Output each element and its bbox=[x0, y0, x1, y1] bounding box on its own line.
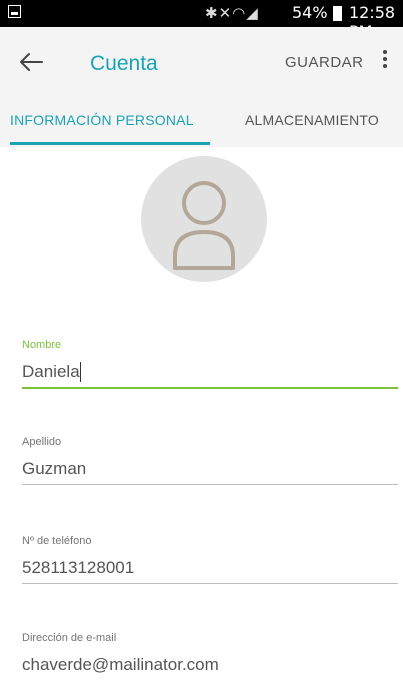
first-name-underline bbox=[22, 387, 398, 389]
email-input[interactable] bbox=[22, 652, 398, 678]
app-bar: Cuenta GUARDAR bbox=[0, 27, 403, 95]
email-label: Dirección de e-mail bbox=[22, 632, 117, 644]
save-button[interactable]: GUARDAR bbox=[285, 54, 364, 71]
phone-label: Nº de teléfono bbox=[22, 535, 92, 547]
last-name-label: Apellido bbox=[22, 436, 62, 448]
first-name-label: Nombre bbox=[22, 339, 62, 351]
tab-personal-info[interactable]: INFORMACIÓN PERSONAL bbox=[10, 112, 194, 128]
avatar[interactable] bbox=[141, 156, 267, 282]
mute-icon: ✕ bbox=[218, 4, 233, 22]
last-name-underline bbox=[22, 484, 398, 485]
first-name-input[interactable] bbox=[22, 359, 398, 385]
more-options-icon[interactable] bbox=[378, 50, 392, 72]
person-icon bbox=[173, 181, 235, 270]
text-caret bbox=[80, 362, 81, 382]
last-name-input[interactable] bbox=[22, 456, 398, 482]
wifi-icon: ◠ bbox=[232, 4, 247, 22]
phone-underline bbox=[22, 583, 398, 584]
gallery-notification-icon bbox=[8, 5, 21, 18]
bluetooth-icon: ✱ bbox=[205, 4, 219, 22]
battery-percent: 54% bbox=[292, 3, 328, 22]
page-title: Cuenta bbox=[90, 52, 158, 75]
phone-input[interactable] bbox=[22, 555, 398, 581]
tab-bar: INFORMACIÓN PERSONAL ALMACENAMIENTO bbox=[0, 95, 403, 147]
back-button[interactable] bbox=[18, 49, 52, 75]
battery-icon bbox=[333, 6, 342, 21]
active-tab-indicator bbox=[10, 142, 210, 145]
signal-icon: ◢ bbox=[246, 4, 259, 22]
status-icons: ✱✕◠◢ bbox=[205, 4, 259, 22]
tab-storage[interactable]: ALMACENAMIENTO bbox=[245, 112, 379, 128]
status-bar: ✱✕◠◢ 54% 12:58 PM bbox=[0, 0, 403, 41]
arrow-left-icon bbox=[20, 53, 43, 71]
